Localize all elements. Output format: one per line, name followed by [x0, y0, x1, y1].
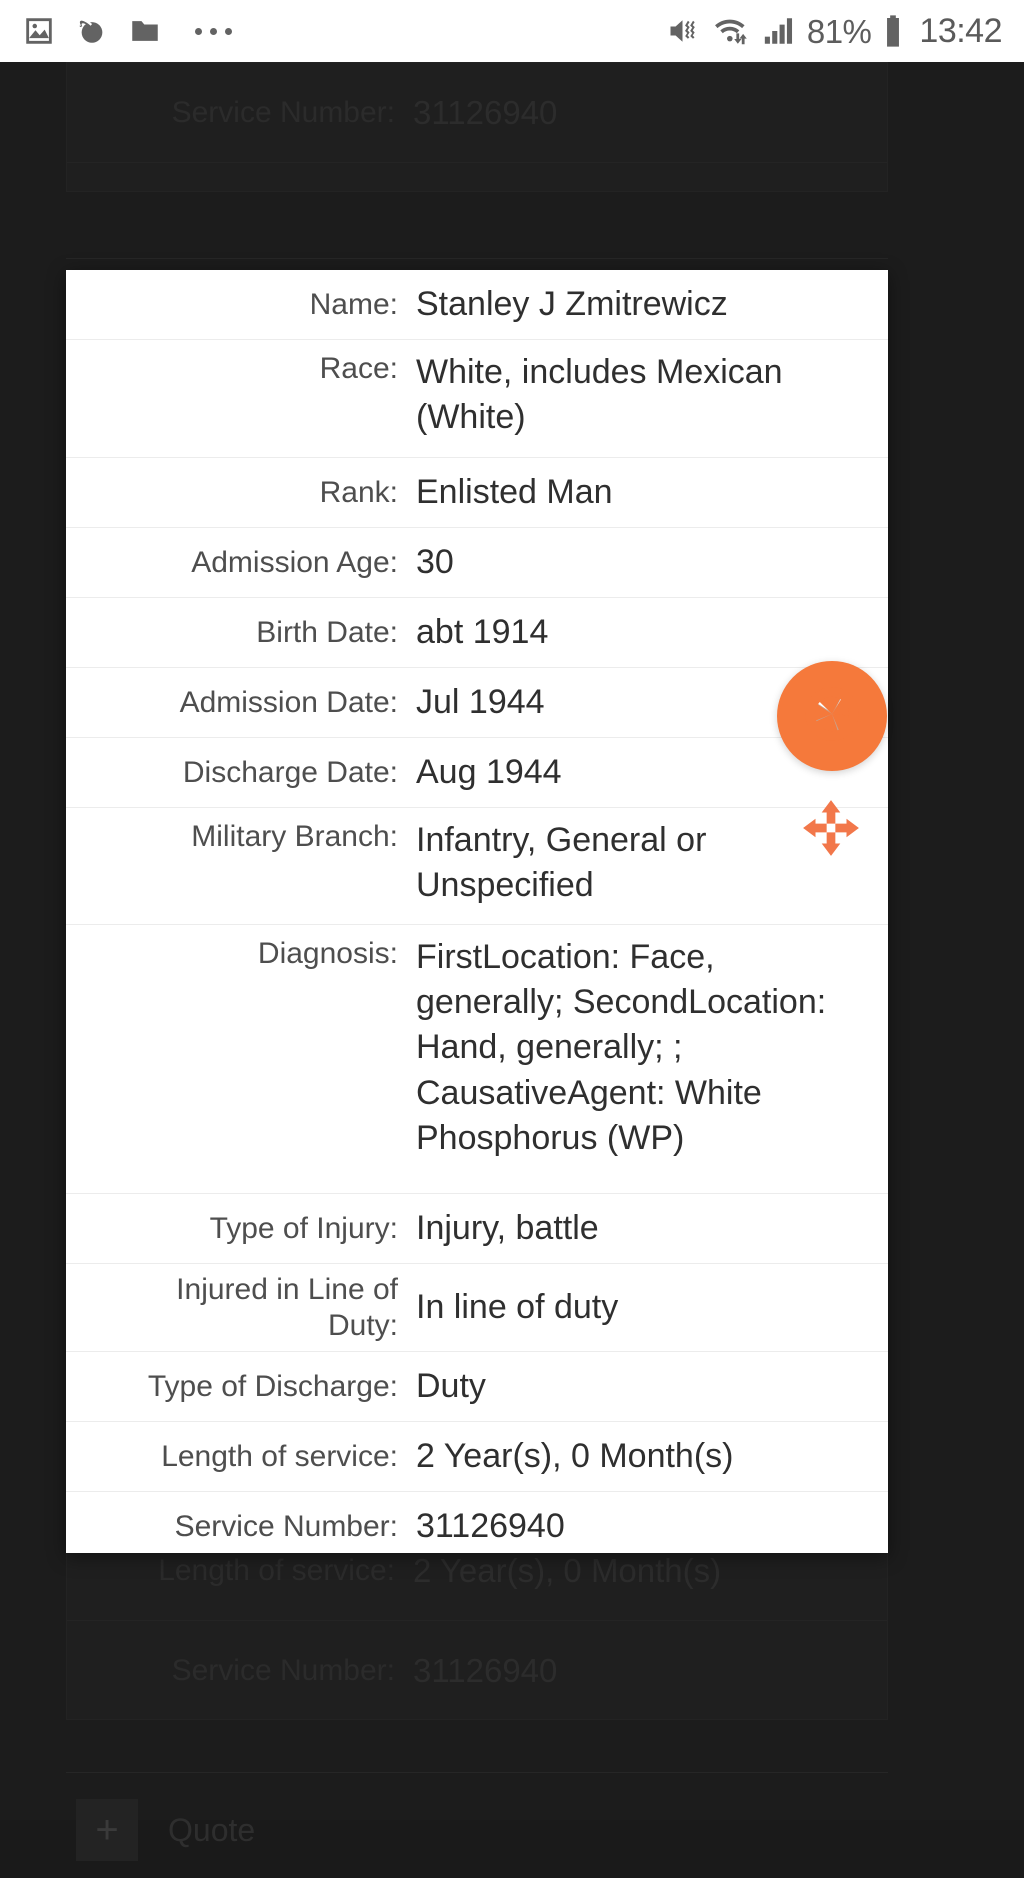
row-label: Diagnosis: — [257, 937, 398, 970]
browser-icon — [75, 14, 109, 48]
row-value: 2 Year(s), 0 Month(s) — [416, 1436, 734, 1475]
table-row: Type of Injury: Injury, battle — [66, 1194, 888, 1264]
table-row: Rank: Enlisted Man — [66, 458, 888, 528]
move-drag-handle[interactable] — [800, 797, 862, 859]
mute-vibrate-icon — [666, 13, 702, 49]
folder-icon — [128, 14, 162, 48]
row-label: Service Number: — [174, 1510, 398, 1544]
table-row: Service Number: 31126940 — [66, 1492, 888, 1553]
background-row-label: Service Number: — [171, 1654, 395, 1687]
row-label: Discharge Date: — [182, 755, 398, 789]
table-row: Race: White, includes Mexican (White) — [66, 340, 888, 458]
background-divider — [66, 1772, 888, 1773]
overflow-dots-icon — [195, 27, 232, 35]
row-label: Type of Injury: — [209, 1211, 398, 1245]
row-value: Injury, battle — [416, 1208, 599, 1247]
background-quote-action-bottom[interactable]: + Quote — [66, 1782, 888, 1878]
row-label: Birth Date: — [256, 615, 398, 649]
background-row-value: 31126940 — [413, 93, 558, 131]
background-row-value: 31126940 — [413, 1652, 558, 1689]
background-row: Service Number: 31126940 — [67, 63, 887, 163]
row-label: Military Branch: — [191, 820, 398, 853]
row-value: 31126940 — [416, 1507, 565, 1546]
table-row: Discharge Date: Aug 1944 — [66, 738, 888, 808]
row-value: In line of duty — [416, 1287, 619, 1326]
row-label: Rank: — [319, 475, 398, 509]
row-label: Admission Age: — [191, 545, 398, 579]
background-card-top: Service Number: 31126940 — [66, 62, 888, 192]
battery-percent-label: 81% — [806, 12, 872, 50]
row-label: Race: — [319, 352, 398, 385]
background-row: Service Number: 31126940 — [67, 1621, 887, 1721]
battery-icon — [882, 14, 904, 48]
row-label: Name: — [309, 287, 398, 321]
status-bar: 81% 13:42 — [0, 0, 1024, 62]
wifi-icon — [713, 14, 751, 48]
screenshot-capture-button[interactable] — [777, 661, 887, 771]
clock-label: 13:42 — [919, 12, 1002, 50]
table-row: Admission Age: 30 — [66, 528, 888, 598]
row-value: Infantry, General or Unspecified — [416, 821, 707, 905]
move-arrows-icon — [800, 800, 862, 863]
row-value: abt 1914 — [416, 612, 549, 651]
image-icon — [22, 14, 56, 48]
row-value: 30 — [416, 542, 454, 581]
row-value: Stanley J Zmitrewicz — [416, 284, 728, 323]
background-row-value: 2 Year(s), 0 Month(s) — [413, 1551, 722, 1589]
table-row: Military Branch: Infantry, General or Un… — [66, 808, 888, 925]
table-row: Length of service: 2 Year(s), 0 Month(s) — [66, 1422, 888, 1492]
row-label: Length of service: — [161, 1439, 398, 1473]
table-row: Diagnosis: FirstLocation: Face, generall… — [66, 925, 888, 1194]
row-label: Type of Discharge: — [147, 1369, 398, 1403]
row-label: Injured in Line of Duty: — [176, 1272, 398, 1342]
record-detail-card: Name: Stanley J Zmitrewicz Race: White, … — [66, 270, 888, 1553]
row-value: White, includes Mexican (White) — [416, 353, 783, 437]
signal-bars-icon — [762, 14, 796, 48]
table-row: Birth Date: abt 1914 — [66, 598, 888, 668]
status-bar-right-icons: 81% 13:42 — [666, 13, 1002, 49]
table-row: Injured in Line of Duty: In line of duty — [66, 1264, 888, 1352]
background-row-label: Length of service: — [158, 1553, 395, 1587]
row-value: Enlisted Man — [416, 472, 613, 511]
row-label: Admission Date: — [179, 685, 398, 719]
table-row: Admission Date: Jul 1944 — [66, 668, 888, 738]
aperture-shutter-icon — [801, 683, 863, 750]
background-row-label: Service Number: — [171, 95, 395, 129]
table-row: Type of Discharge: Duty — [66, 1352, 888, 1422]
quote-label: Quote — [168, 1811, 256, 1848]
row-value: FirstLocation: Face, generally; SecondLo… — [416, 938, 827, 1157]
plus-icon: + — [76, 1799, 138, 1861]
background-divider — [66, 258, 888, 259]
status-bar-left-icons — [22, 14, 232, 48]
table-row: Name: Stanley J Zmitrewicz — [66, 270, 888, 340]
row-value: Duty — [416, 1366, 486, 1405]
